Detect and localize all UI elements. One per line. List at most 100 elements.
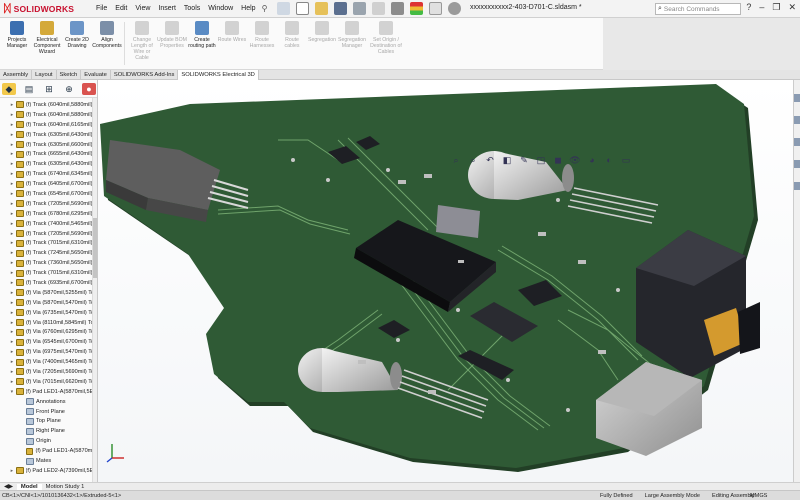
new-document-icon[interactable] xyxy=(296,2,310,15)
section-view-icon[interactable]: ◧ xyxy=(501,154,513,166)
solidworks-logo[interactable]: ᛞ SOLIDWORKS xyxy=(0,0,88,18)
tree-item[interactable]: ▸ (f) Pad LED2-A(7390mil,5E15 xyxy=(0,466,97,476)
expand-arrow-icon[interactable]: ▸ xyxy=(8,468,16,474)
edit-appearance-icon[interactable]: ◕ xyxy=(586,154,598,166)
display-style-icon[interactable]: ◼ xyxy=(552,154,564,166)
expand-arrow-icon[interactable]: ▸ xyxy=(8,379,16,385)
electrical-component-wizard-button[interactable]: Electrical Component Wizard xyxy=(32,18,62,68)
tree-item[interactable]: ▸ (f) Via (6760mil,6295mil) Top xyxy=(0,327,97,337)
tree-item[interactable]: ▸ (f) Track (6040mil,6165mil)(6 xyxy=(0,120,97,130)
minimize-icon[interactable]: – xyxy=(759,2,764,13)
expand-arrow-icon[interactable]: ▸ xyxy=(8,339,16,345)
tree-item[interactable]: Mates xyxy=(0,456,97,466)
tree-item[interactable]: ▸ (f) Track (7015mil,6310mil)(7 xyxy=(0,268,97,278)
tree-item[interactable]: Origin xyxy=(0,436,97,446)
gear-icon[interactable] xyxy=(448,2,462,15)
restore-icon[interactable]: ❐ xyxy=(772,2,780,13)
tab-motion-study-1[interactable]: Motion Study 1 xyxy=(42,484,89,490)
expand-arrow-icon[interactable]: ▸ xyxy=(8,142,16,148)
menu-insert[interactable]: Insert xyxy=(154,5,180,12)
create-2d-drawing-button[interactable]: Create 2D Drawing xyxy=(62,18,92,68)
help-icon[interactable]: ? xyxy=(746,2,751,13)
open-folder-icon[interactable] xyxy=(315,2,329,15)
expand-arrow-icon[interactable]: ▸ xyxy=(8,112,16,118)
tree-item[interactable]: ▸ (f) Track (6655mil,6430mil)(6 xyxy=(0,149,97,159)
tree-item[interactable]: ▸ (f) Track (6040mil,5880mil)(6 xyxy=(0,110,97,120)
tree-scrollbar[interactable] xyxy=(92,98,97,482)
tree-item[interactable]: ▸ (f) Track (6740mil,6345mil)(6 xyxy=(0,169,97,179)
expand-arrow-icon[interactable]: ▸ xyxy=(8,221,16,227)
property-manager-tab-icon[interactable]: ▤ xyxy=(22,83,36,95)
tab-evaluate[interactable]: Evaluate xyxy=(81,69,111,80)
pcb-3d-model[interactable] xyxy=(98,80,793,482)
tab-solidworks-addins[interactable]: SOLIDWORKS Add-Ins xyxy=(111,69,179,80)
dimxpert-tab-icon[interactable]: ⊕ xyxy=(62,83,76,95)
expand-arrow-icon[interactable]: ▸ xyxy=(8,161,16,167)
tree-item[interactable]: ▸ (f) Track (7205mil,5690mil)(7 xyxy=(0,199,97,209)
tab-model[interactable]: Model xyxy=(16,483,42,490)
tree-item[interactable]: ▸ (f) Via (5870mil,5470mil) Top xyxy=(0,298,97,308)
tree-item[interactable]: ▸ (f) Track (6935mil,6700mil)(6 xyxy=(0,278,97,288)
expand-arrow-icon[interactable]: ▸ xyxy=(8,310,16,316)
task-pane-appearances-icon[interactable] xyxy=(794,160,800,168)
expand-arrow-icon[interactable]: ▸ xyxy=(8,240,16,246)
expand-arrow-icon[interactable]: ▸ xyxy=(8,231,16,237)
feature-manager-tab-icon[interactable]: ◆ xyxy=(2,82,16,95)
tree-item[interactable]: ▸ (f) Via (7015mil,6620mil) Top xyxy=(0,377,97,387)
tree-item[interactable]: Right Plane xyxy=(0,426,97,436)
save-icon[interactable] xyxy=(334,2,348,15)
expand-arrow-icon[interactable]: ▸ xyxy=(8,171,16,177)
search-commands-field[interactable]: ⌕ Search Commands xyxy=(655,3,741,15)
tree-item[interactable]: ▸ (f) Track (6405mil,6700mil)(6 xyxy=(0,179,97,189)
expand-arrow-icon[interactable]: ▸ xyxy=(8,359,16,365)
tab-solidworks-electrical-3d[interactable]: SOLIDWORKS Electrical 3D xyxy=(178,69,259,80)
tree-item[interactable]: ▸ (f) Track (7205mil,5690mil)(7 xyxy=(0,229,97,239)
menu-edit[interactable]: Edit xyxy=(111,5,131,12)
expand-arrow-icon[interactable]: ▸ xyxy=(8,211,16,217)
expand-arrow-icon[interactable]: ▸ xyxy=(8,320,16,326)
tree-item[interactable]: Top Plane xyxy=(0,417,97,427)
display-manager-tab-icon[interactable]: ● xyxy=(82,82,96,95)
tree-item[interactable]: ▸ (f) Via (7205mil,5690mil) Top xyxy=(0,367,97,377)
set-origin-destination-button[interactable]: Set Origin / Destination of Cables xyxy=(367,18,405,68)
print-icon[interactable] xyxy=(353,2,367,15)
tree-item[interactable]: ▸ (f) Track (7400mil,5465mil)(7 xyxy=(0,219,97,229)
view-orientation-icon[interactable]: ◳ xyxy=(535,154,547,166)
home-icon[interactable] xyxy=(277,2,291,15)
expand-arrow-icon[interactable]: ▸ xyxy=(8,201,16,207)
expand-arrow-icon[interactable]: ▸ xyxy=(8,369,16,375)
pin-icon[interactable]: ⚲ xyxy=(262,4,268,13)
task-pane-resources-icon[interactable] xyxy=(794,94,800,102)
view-settings-icon[interactable]: ▭ xyxy=(620,154,632,166)
tree-item[interactable]: ▸ (f) Via (8110mil,5845mil) Top xyxy=(0,318,97,328)
expand-arrow-icon[interactable]: ▸ xyxy=(8,349,16,355)
tree-item[interactable]: (f) Pad LED1-A(5870mil,5 xyxy=(0,446,97,456)
route-cables-button[interactable]: Route cables xyxy=(277,18,307,68)
align-components-button[interactable]: Align Components xyxy=(92,18,122,68)
tree-item[interactable]: ▸ (f) Track (7245mil,5650mil)(7 xyxy=(0,248,97,258)
update-bom-properties-button[interactable]: Update BOM Properties xyxy=(157,18,187,68)
expand-arrow-icon[interactable]: ▸ xyxy=(8,250,16,256)
change-length-button[interactable]: Change Length of Wire or Cable xyxy=(127,18,157,68)
zoom-to-area-icon[interactable]: ⌕ xyxy=(467,154,479,166)
expand-arrow-icon[interactable]: ▸ xyxy=(8,191,16,197)
expand-arrow-icon[interactable]: ▸ xyxy=(8,181,16,187)
tree-item[interactable]: ▸ (f) Via (6735mil,5470mil) Top xyxy=(0,308,97,318)
route-wires-button[interactable]: Route Wires xyxy=(217,18,247,68)
expand-arrow-icon[interactable]: ▸ xyxy=(8,151,16,157)
undo-icon[interactable] xyxy=(372,2,386,15)
task-pane-file-explorer-icon[interactable] xyxy=(794,138,800,146)
collapse-arrow-icon[interactable]: ▾ xyxy=(8,389,16,395)
expand-arrow-icon[interactable]: ▸ xyxy=(8,300,16,306)
previous-view-icon[interactable]: ↶ xyxy=(484,154,496,166)
tree-item[interactable]: ▸ (f) Track (6305mil,6430mil)(6 xyxy=(0,159,97,169)
tab-nav-icon[interactable]: ◀▶ xyxy=(0,484,17,490)
apply-scene-icon[interactable]: ◐ xyxy=(603,154,615,166)
expand-arrow-icon[interactable]: ▸ xyxy=(8,260,16,266)
expand-arrow-icon[interactable]: ▸ xyxy=(8,270,16,276)
expand-arrow-icon[interactable]: ▸ xyxy=(8,132,16,138)
tree-item[interactable]: ▸ (f) Track (6305mil,6600mil)(6 xyxy=(0,140,97,150)
segregation-manager-button[interactable]: Segregation Manager xyxy=(337,18,367,68)
tree-item[interactable]: ▸ (f) Track (6305mil,6430mil)(6 xyxy=(0,130,97,140)
tab-assembly[interactable]: Assembly xyxy=(0,69,33,80)
